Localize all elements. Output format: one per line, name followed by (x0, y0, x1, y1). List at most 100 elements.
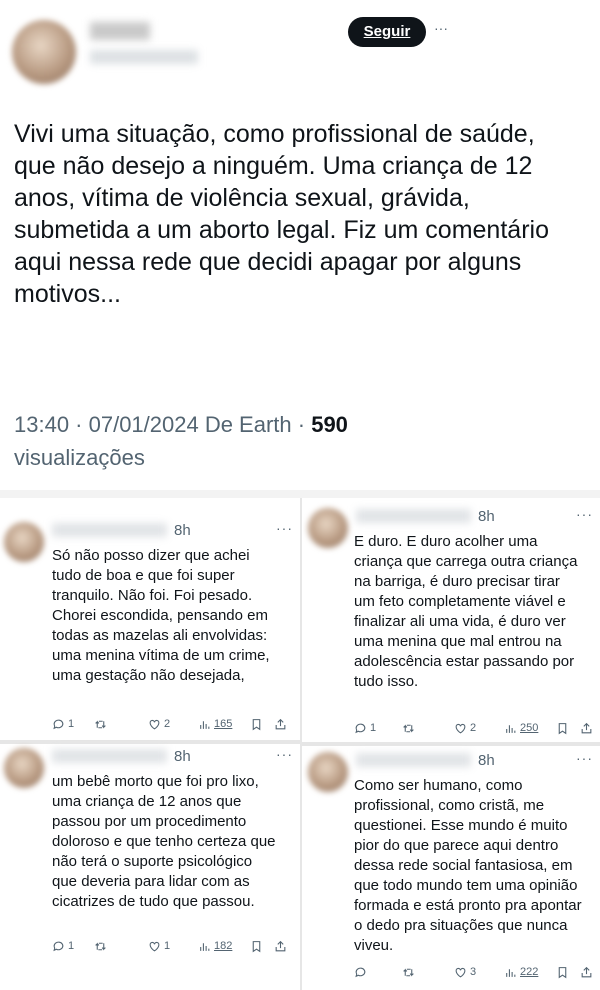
like-count: 3 (470, 966, 477, 978)
views-bar-icon (506, 968, 516, 977)
bookmark-icon (558, 966, 567, 978)
heart-icon (149, 941, 160, 951)
views-label: visualizações (14, 445, 145, 470)
share-action[interactable] (580, 964, 593, 980)
reply-more-icon[interactable]: ··· (276, 520, 293, 536)
tweet-timestamp-source[interactable]: 13:40 · 07/01/2024 De Earth · (14, 412, 311, 437)
reply-author-name[interactable] (52, 523, 167, 537)
like-count: 2 (470, 722, 477, 734)
views-bar-icon (200, 720, 210, 729)
reply-count: 1 (68, 940, 75, 952)
like-action[interactable]: 2 (148, 716, 170, 732)
bookmark-icon (252, 940, 261, 952)
reply-actions: 1 1 182 (52, 938, 292, 954)
views-action[interactable]: 165 (198, 716, 232, 732)
reply-action[interactable]: 1 (52, 938, 74, 954)
retweet-icon (95, 941, 106, 951)
retweet-action[interactable] (402, 964, 418, 980)
comment-icon (53, 719, 64, 729)
reply-text: Só não posso dizer que achei tudo de boa… (52, 547, 270, 684)
divider-top (0, 490, 600, 498)
view-count: 222 (520, 966, 539, 978)
share-icon (275, 940, 286, 951)
tweet-text: Vivi uma situação, como profissional de … (14, 120, 549, 308)
share-icon (581, 966, 592, 977)
bookmark-action[interactable] (250, 716, 263, 732)
reply-action[interactable]: 1 (52, 716, 74, 732)
heart-icon (149, 719, 160, 729)
retweet-icon (95, 719, 106, 729)
retweet-icon (403, 723, 414, 733)
bookmark-icon (558, 722, 567, 734)
reply-author-name[interactable] (52, 749, 167, 763)
reply-text: E duro. E duro acolher uma criança que c… (354, 533, 578, 690)
reply-card[interactable]: 8h ··· Como ser humano, como profissiona… (308, 750, 600, 982)
divider-right-middle (302, 742, 600, 746)
reply-avatar[interactable] (4, 522, 44, 562)
reply-timestamp[interactable]: 8h (478, 508, 495, 525)
bookmark-action[interactable] (556, 964, 569, 980)
share-icon (581, 722, 592, 733)
comment-icon (53, 941, 64, 951)
retweet-action[interactable] (402, 720, 418, 736)
reply-more-icon[interactable]: ··· (576, 506, 593, 522)
reply-card[interactable]: 8h ··· E duro. E duro acolher uma crianç… (308, 506, 600, 738)
author-display-name[interactable] (90, 22, 150, 40)
comment-icon (355, 967, 366, 977)
heart-icon (455, 967, 466, 977)
like-action[interactable]: 1 (148, 938, 170, 954)
reply-action[interactable]: 1 (354, 720, 376, 736)
view-count: 182 (214, 940, 233, 952)
reply-count: 1 (68, 718, 75, 730)
like-count: 2 (164, 718, 171, 730)
like-action[interactable]: 3 (454, 964, 476, 980)
follow-button[interactable]: Seguir (348, 17, 426, 47)
share-action[interactable] (580, 720, 593, 736)
views-action[interactable]: 222 (504, 964, 538, 980)
retweet-icon (403, 967, 414, 977)
share-action[interactable] (274, 716, 287, 732)
reply-text: Como ser humano, como profissional, como… (354, 777, 582, 954)
reply-avatar[interactable] (308, 508, 348, 548)
tweet-metadata: 13:40 · 07/01/2024 De Earth · 590 visual… (14, 408, 574, 474)
reply-card[interactable]: 8h ··· um bebê morto que foi pro lixo, u… (4, 746, 296, 968)
bookmark-action[interactable] (556, 720, 569, 736)
views-count: 590 (311, 412, 348, 437)
views-bar-icon (200, 942, 210, 951)
reply-actions: 1 2 165 (52, 716, 292, 732)
reply-more-icon[interactable]: ··· (276, 746, 293, 762)
view-count: 165 (214, 718, 233, 730)
author-avatar[interactable] (12, 20, 76, 84)
reply-author-name[interactable] (356, 509, 471, 523)
like-action[interactable]: 2 (454, 720, 476, 736)
reply-card[interactable]: 8h ··· Só não posso dizer que achei tudo… (4, 520, 296, 732)
reply-avatar[interactable] (4, 748, 44, 788)
bookmark-action[interactable] (250, 938, 263, 954)
reply-text: um bebê morto que foi pro lixo, uma cria… (52, 773, 276, 910)
views-bar-icon (506, 724, 516, 733)
divider-left-middle (0, 740, 300, 744)
reply-author-name[interactable] (356, 753, 471, 767)
retweet-action[interactable] (94, 716, 110, 732)
reply-timestamp[interactable]: 8h (174, 748, 191, 765)
reply-avatar[interactable] (308, 752, 348, 792)
reply-count: 1 (370, 722, 377, 734)
reply-actions: 3 222 (354, 964, 594, 980)
share-icon (275, 718, 286, 729)
comment-icon (355, 723, 366, 733)
views-action[interactable]: 182 (198, 938, 232, 954)
author-handle[interactable] (90, 50, 198, 64)
reply-action[interactable] (354, 964, 370, 980)
view-count: 250 (520, 722, 539, 734)
like-count: 1 (164, 940, 171, 952)
reply-timestamp[interactable]: 8h (478, 752, 495, 769)
heart-icon (455, 723, 466, 733)
share-action[interactable] (274, 938, 287, 954)
more-options-icon[interactable]: ··· (434, 20, 448, 36)
reply-more-icon[interactable]: ··· (576, 750, 593, 766)
views-action[interactable]: 250 (504, 720, 538, 736)
bookmark-icon (252, 718, 261, 730)
retweet-action[interactable] (94, 938, 110, 954)
reply-timestamp[interactable]: 8h (174, 522, 191, 539)
reply-actions: 1 2 250 (354, 720, 594, 736)
